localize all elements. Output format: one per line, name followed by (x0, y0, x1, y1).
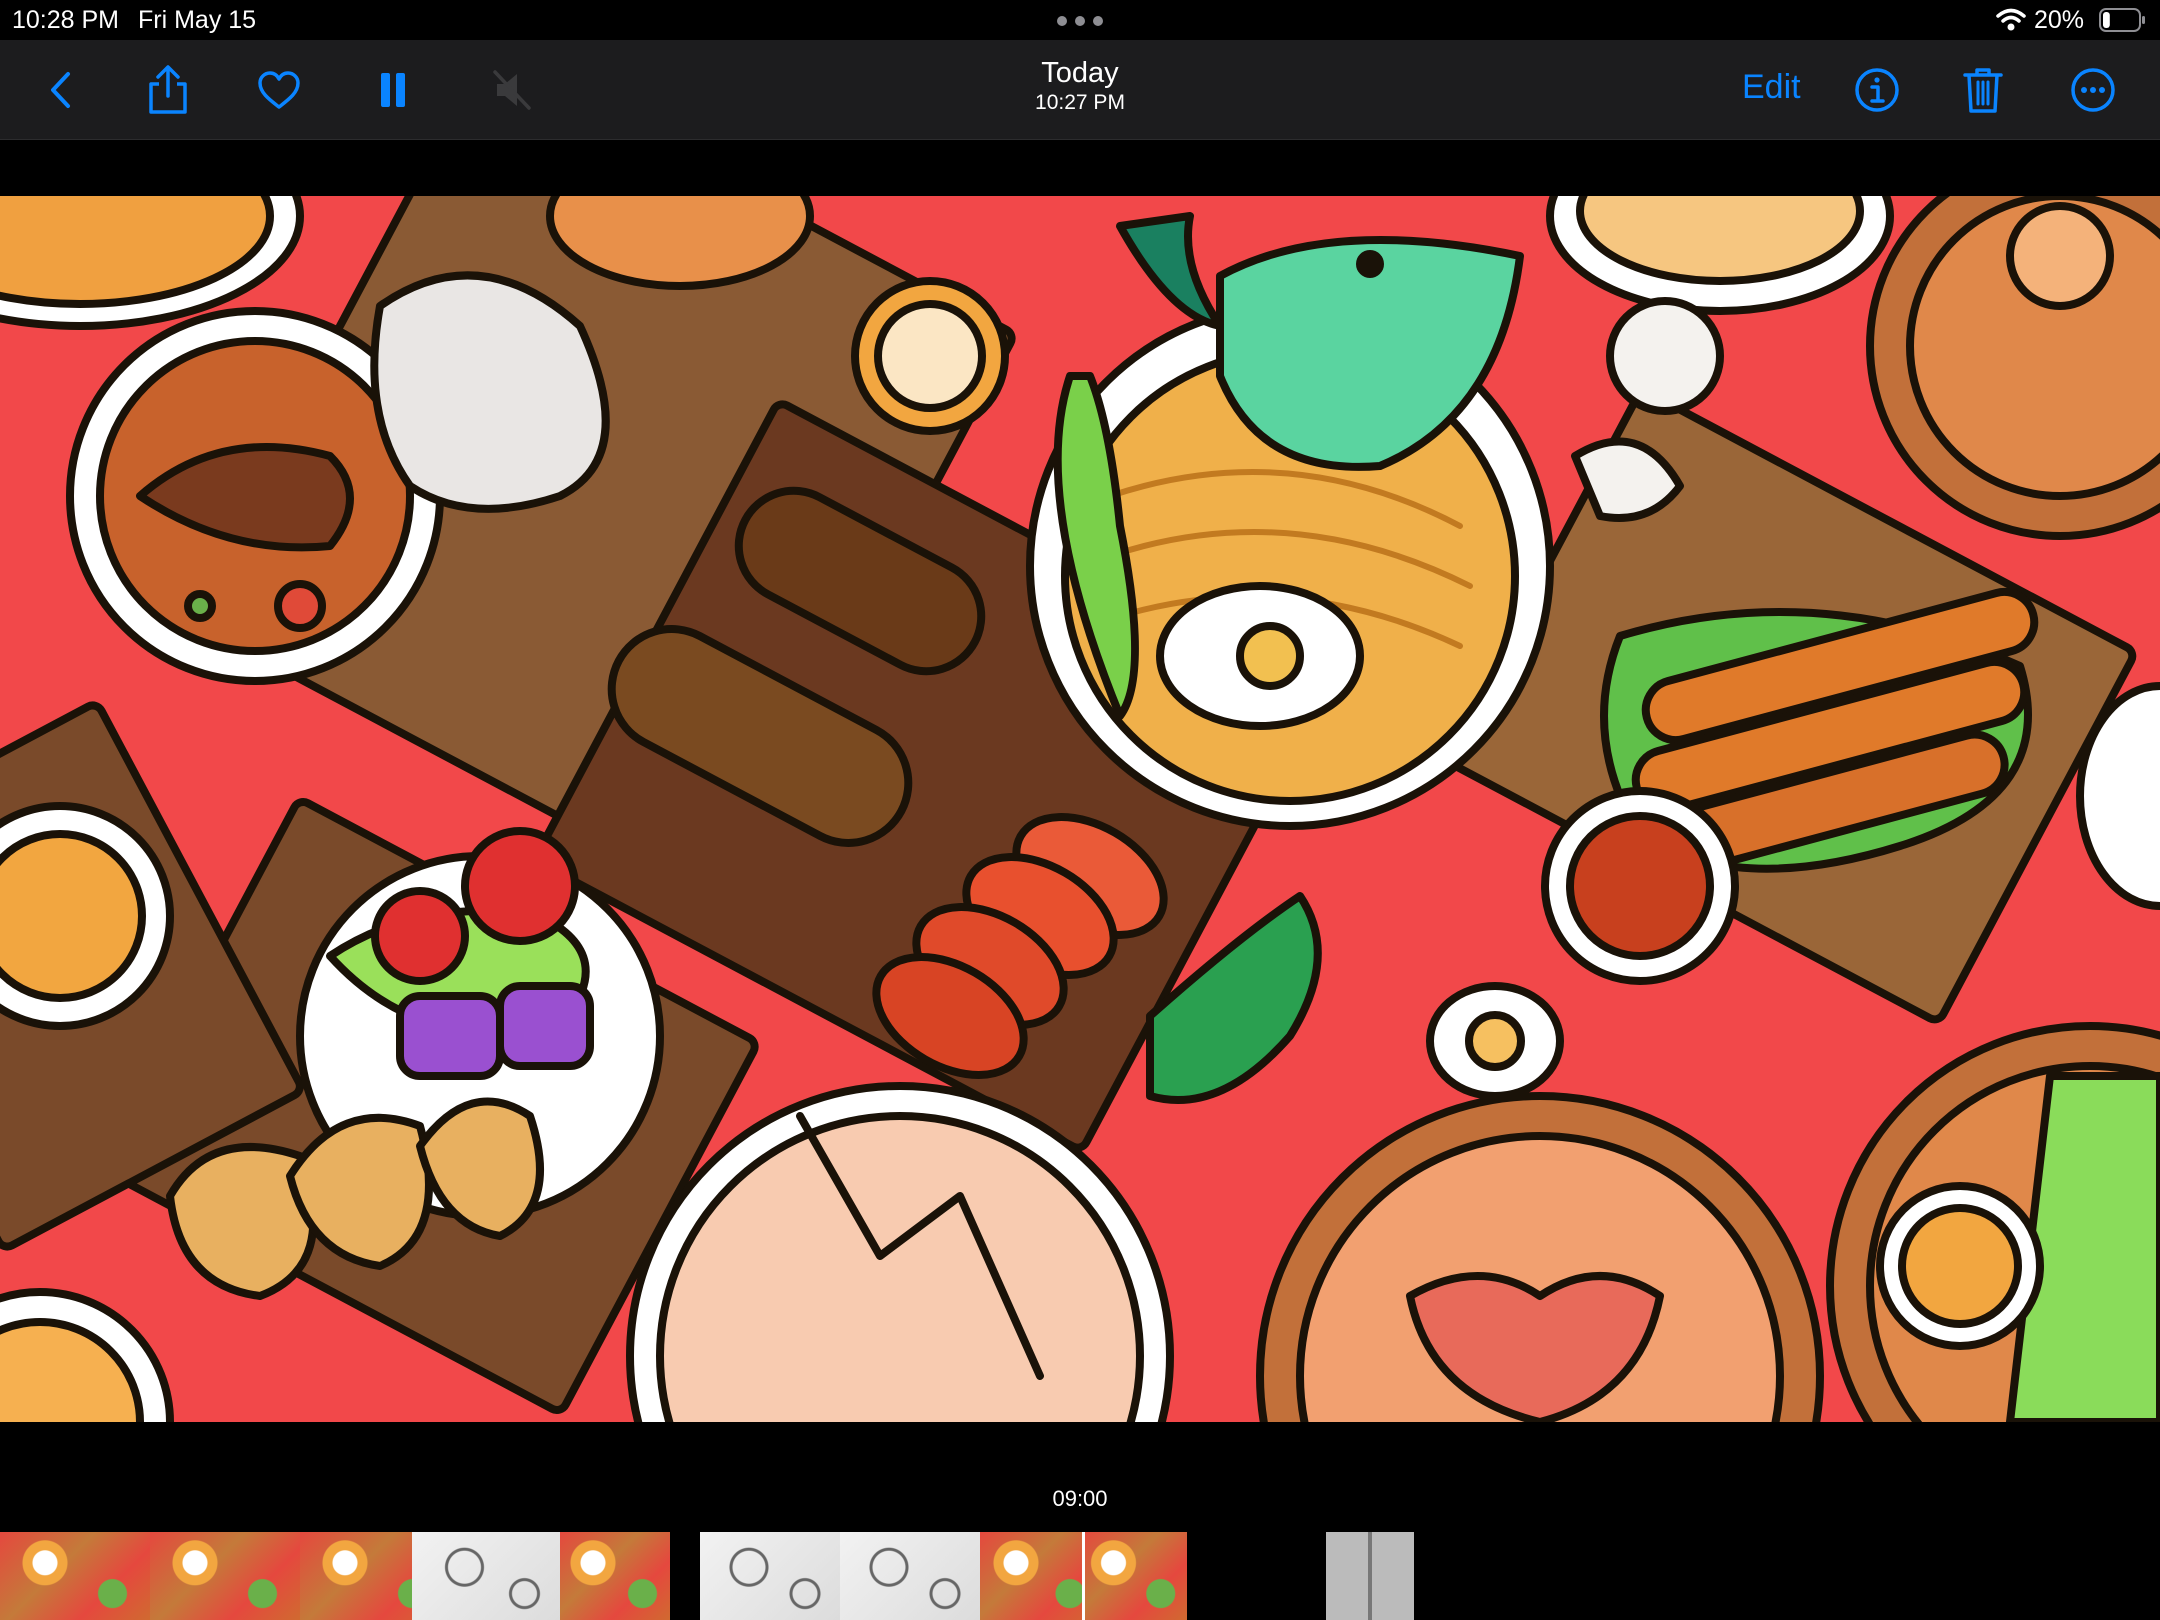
share-icon (149, 65, 187, 114)
filmstrip-frame[interactable] (560, 1532, 670, 1620)
delete-button[interactable] (1953, 60, 2013, 120)
more-icon (2071, 68, 2115, 112)
info-button[interactable] (1847, 60, 1907, 120)
status-bar: 10:28 PM Fri May 15 20% (0, 0, 2160, 40)
status-date: Fri May 15 (138, 6, 257, 34)
edit-button[interactable]: Edit (1742, 68, 1801, 107)
multitasking-dots-icon[interactable] (1057, 16, 1103, 26)
filmstrip-frame[interactable] (412, 1532, 562, 1620)
trash-icon (1963, 68, 2003, 113)
viewer-toolbar: Today 10:27 PM Edit (0, 40, 2160, 140)
filmstrip-frame[interactable] (700, 1532, 840, 1620)
media-artwork[interactable] (0, 196, 2160, 1422)
info-icon (1855, 68, 1899, 112)
battery-icon (2099, 8, 2145, 32)
filmstrip-frame[interactable] (840, 1532, 980, 1620)
mute-button[interactable] (482, 60, 542, 120)
filmstrip[interactable] (0, 1532, 2160, 1620)
pause-icon (381, 73, 405, 107)
page-subtitle: 10:27 PM (1035, 91, 1125, 114)
heart-icon (258, 71, 300, 109)
scrubber-time: 09:00 (1052, 1486, 1108, 1511)
battery-percent: 20% (2034, 6, 2085, 34)
playhead[interactable] (1082, 1532, 1085, 1620)
more-button[interactable] (2063, 60, 2123, 120)
page-title: Today (1041, 57, 1119, 89)
pause-button[interactable] (363, 60, 423, 120)
share-button[interactable] (138, 60, 198, 120)
speaker-muted-icon (493, 70, 531, 110)
filmstrip-frame[interactable] (0, 1532, 150, 1620)
filmstrip-frame[interactable] (150, 1532, 300, 1620)
filmstrip-frame[interactable] (1326, 1532, 1414, 1620)
back-button[interactable] (31, 60, 91, 120)
favorite-button[interactable] (249, 60, 309, 120)
wifi-icon (1996, 8, 2026, 31)
filmstrip-frame[interactable] (1082, 1532, 1187, 1620)
back-chevron-icon (51, 72, 70, 108)
title-block: Today 10:27 PM (880, 56, 1280, 116)
status-time: 10:28 PM (12, 6, 120, 34)
food-illustration (0, 196, 2160, 1422)
